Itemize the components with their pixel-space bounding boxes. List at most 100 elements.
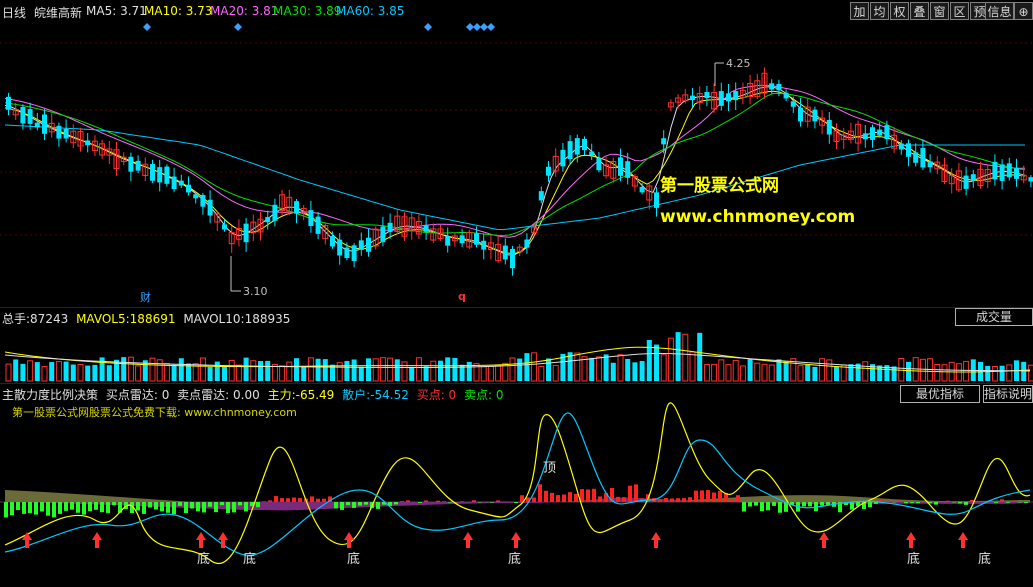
- histogram-bar: [460, 501, 464, 502]
- histogram-bar: [340, 502, 344, 510]
- bottom-label: 底: [243, 551, 256, 567]
- histogram-bar: [700, 490, 704, 502]
- indicator-histogram: [0, 484, 1033, 518]
- histogram-bar: [22, 502, 26, 514]
- histogram-bar: [982, 501, 986, 502]
- histogram-bar: [868, 502, 872, 508]
- histogram-bar: [214, 502, 218, 513]
- histogram-bar: [232, 502, 236, 513]
- buy-arrow-icon: [218, 532, 228, 548]
- histogram-bar: [208, 502, 212, 507]
- histogram-bar: [58, 502, 62, 514]
- histogram-bar: [418, 502, 422, 503]
- histogram-bar: [406, 500, 410, 502]
- histogram-bar: [736, 495, 740, 502]
- histogram-bar: [1012, 500, 1016, 502]
- histogram-bar: [706, 490, 710, 502]
- histogram-bar: [394, 502, 398, 505]
- histogram-bar: [766, 502, 770, 511]
- histogram-bar: [172, 502, 176, 515]
- histogram-bar: [682, 498, 686, 502]
- histogram-bar: [760, 502, 764, 512]
- histogram-bar: [532, 497, 536, 502]
- histogram-bar: [658, 499, 662, 502]
- histogram-bar: [142, 502, 146, 514]
- histogram-bar: [184, 502, 188, 514]
- histogram-bar: [94, 502, 98, 510]
- histogram-bar: [10, 502, 14, 516]
- histogram-bar: [910, 502, 914, 503]
- histogram-bar: [286, 498, 290, 502]
- histogram-bar: [136, 502, 140, 511]
- histogram-bar: [880, 499, 884, 502]
- histogram-bar: [802, 502, 806, 507]
- histogram-bar: [808, 502, 812, 507]
- histogram-bar: [730, 499, 734, 502]
- histogram-bar: [298, 498, 302, 502]
- histogram-bar: [52, 502, 56, 518]
- histogram-bar: [256, 502, 260, 508]
- histogram-bar: [622, 497, 626, 502]
- histogram-bar: [472, 500, 476, 502]
- histogram-bar: [976, 500, 980, 502]
- histogram-bar: [598, 496, 602, 502]
- histogram-bar: [310, 496, 314, 502]
- histogram-bar: [34, 502, 38, 515]
- histogram-bar: [280, 498, 284, 502]
- histogram-bar: [442, 501, 446, 502]
- buy-arrow-icon: [958, 532, 968, 548]
- histogram-bar: [544, 490, 548, 502]
- top-label: 顶: [543, 461, 556, 476]
- histogram-bar: [148, 502, 152, 508]
- histogram-bar: [496, 500, 500, 502]
- histogram-bar: [898, 500, 902, 502]
- histogram-bar: [574, 493, 578, 502]
- histogram-bar: [352, 502, 356, 508]
- histogram-bar: [958, 502, 962, 504]
- histogram-bar: [226, 502, 230, 513]
- histogram-bar: [772, 502, 776, 506]
- histogram-bar: [346, 502, 350, 506]
- histogram-bar: [82, 502, 86, 515]
- indicator-chart[interactable]: 顶底 底 底 底 底 底: [0, 0, 1033, 587]
- histogram-bar: [376, 502, 380, 509]
- bottom-label: 底: [508, 551, 521, 567]
- histogram-bar: [166, 502, 170, 513]
- histogram-bar: [100, 502, 104, 513]
- histogram-bar: [916, 502, 920, 504]
- buy-arrow-icon: [92, 532, 102, 548]
- histogram-bar: [46, 502, 50, 516]
- histogram-bar: [112, 502, 116, 506]
- histogram-bar: [70, 502, 74, 510]
- histogram-bar: [262, 501, 266, 502]
- histogram-bar: [244, 502, 248, 512]
- histogram-bar: [550, 492, 554, 502]
- buy-arrow-icon: [344, 532, 354, 548]
- histogram-bar: [754, 502, 758, 506]
- histogram-bar: [562, 494, 566, 502]
- histogram-bar: [1006, 502, 1010, 503]
- histogram-bar: [40, 502, 44, 512]
- histogram-bar: [238, 502, 242, 506]
- histogram-bar: [316, 498, 320, 502]
- histogram-bar: [448, 502, 452, 503]
- bottom-label: 底: [347, 551, 360, 567]
- histogram-bar: [940, 500, 944, 502]
- histogram-bar: [160, 502, 164, 512]
- histogram-bar: [934, 502, 938, 505]
- histogram-bar: [76, 502, 80, 513]
- buy-arrow-icon: [819, 532, 829, 548]
- buy-arrow-icon: [22, 532, 32, 548]
- histogram-bar: [1024, 502, 1028, 503]
- histogram-bar: [904, 502, 908, 504]
- histogram-bar: [778, 502, 782, 513]
- histogram-bar: [670, 498, 674, 502]
- histogram-bar: [106, 502, 110, 513]
- histogram-bar: [64, 502, 68, 511]
- histogram-bar: [334, 502, 338, 509]
- histogram-bar: [154, 502, 158, 510]
- histogram-bar: [616, 496, 620, 502]
- histogram-bar: [676, 498, 680, 502]
- histogram-bar: [748, 502, 752, 507]
- histogram-bar: [514, 502, 518, 503]
